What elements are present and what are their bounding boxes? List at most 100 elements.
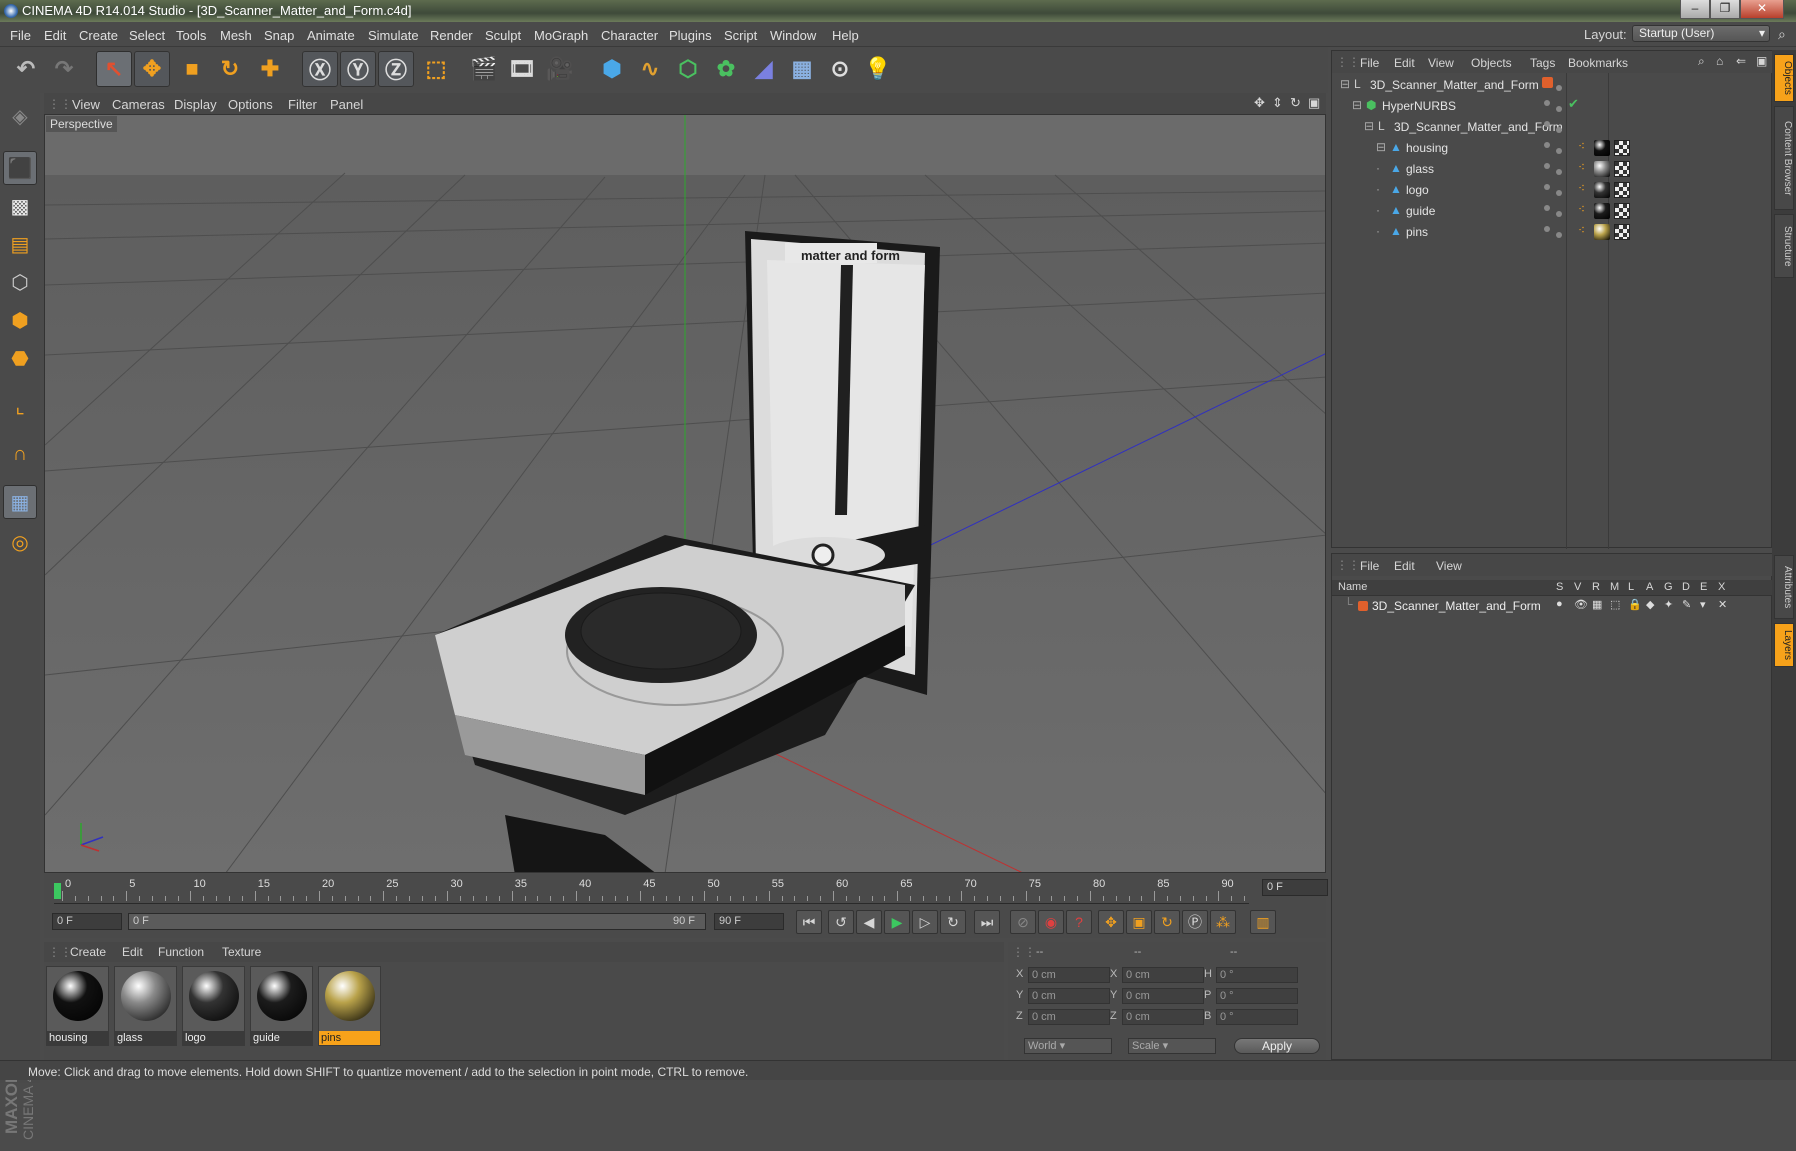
key-position-icon[interactable]: ✥: [1098, 910, 1124, 934]
phong-tag-icon[interactable]: ⁖: [1578, 202, 1585, 216]
uvw-tag-icon[interactable]: [1614, 182, 1630, 198]
z-axis-lock-icon[interactable]: Ⓩ: [378, 51, 414, 87]
layer-menu-file[interactable]: File: [1360, 559, 1379, 573]
layer-row[interactable]: └ 3D_Scanner_Matter_and_Form ● 👁 ▦ ⬚ 🔒 ◆ ✦ ✎ ▾ ✕: [1332, 597, 1773, 615]
menu-help[interactable]: Help: [832, 28, 859, 43]
coord-field[interactable]: 0 cm: [1122, 988, 1204, 1004]
object-menu-tags[interactable]: Tags: [1530, 56, 1555, 70]
coord-mode-dropdown[interactable]: World ▾: [1024, 1038, 1112, 1054]
camera-icon[interactable]: ⊙: [822, 51, 858, 87]
keyframe-selection-icon[interactable]: ?: [1066, 910, 1092, 934]
menu-select[interactable]: Select: [129, 28, 165, 43]
render-visibility-dot[interactable]: [1556, 232, 1562, 238]
viewport-maximize-icon[interactable]: ▣: [1308, 95, 1320, 111]
coordinate-system-icon[interactable]: ⬚: [418, 51, 454, 87]
layer-col-r[interactable]: R: [1592, 581, 1600, 593]
viewport-menu-filter[interactable]: Filter: [288, 97, 317, 112]
layer-col-x[interactable]: X: [1718, 581, 1725, 593]
layer-col-a[interactable]: A: [1646, 581, 1653, 593]
viewport-menu-panel[interactable]: Panel: [330, 97, 363, 112]
layer-flag-toggle-icon[interactable]: ✎: [1682, 598, 1691, 611]
home-icon[interactable]: ⌂: [1716, 54, 1723, 68]
layout-dropdown[interactable]: Startup (User): [1632, 25, 1770, 42]
render-visibility-dot[interactable]: [1556, 106, 1562, 112]
menu-simulate[interactable]: Simulate: [368, 28, 419, 43]
menu-animate[interactable]: Animate: [307, 28, 355, 43]
render-settings-icon[interactable]: 🎥: [542, 51, 578, 87]
editor-visibility-dot[interactable]: [1544, 226, 1550, 232]
goto-end-icon[interactable]: ⏭: [974, 910, 1000, 934]
layer-col-e[interactable]: E: [1700, 581, 1707, 593]
live-selection-icon[interactable]: ↖: [96, 51, 132, 87]
phong-tag-icon[interactable]: ⁖: [1578, 181, 1585, 195]
material-swatch-pins[interactable]: pins: [318, 966, 381, 1046]
menu-mesh[interactable]: Mesh: [220, 28, 252, 43]
material-tag-icon[interactable]: [1594, 161, 1610, 177]
tab-attributes[interactable]: Attributes: [1774, 555, 1794, 619]
layer-flag-toggle-icon[interactable]: ●: [1556, 598, 1563, 610]
prev-keyframe-icon[interactable]: ↺: [828, 910, 854, 934]
redo-icon[interactable]: ↷: [46, 51, 82, 87]
object-row[interactable]: · ▲ pins ⁖: [1332, 222, 1773, 243]
layer-col-l[interactable]: L: [1628, 581, 1634, 593]
expand-toggle-icon[interactable]: ·: [1376, 224, 1380, 238]
phong-tag-icon[interactable]: ⁖: [1578, 223, 1585, 237]
expand-toggle-icon[interactable]: ⊟: [1376, 140, 1386, 154]
close-button[interactable]: ✕: [1740, 0, 1784, 19]
menu-file[interactable]: File: [10, 28, 31, 43]
polygons-mode-icon[interactable]: ⬣: [3, 341, 37, 375]
size-mode-dropdown[interactable]: Scale ▾: [1128, 1038, 1216, 1054]
object-row[interactable]: · ▲ logo ⁖: [1332, 180, 1773, 201]
make-editable-icon[interactable]: ◈: [3, 99, 37, 133]
object-row[interactable]: ⊟ L 3D_Scanner_Matter_and_Form: [1332, 117, 1773, 138]
menu-edit[interactable]: Edit: [44, 28, 66, 43]
search-icon[interactable]: ⌕: [1698, 54, 1705, 69]
rotate-tool-icon[interactable]: ↻: [212, 51, 248, 87]
layer-col-v[interactable]: V: [1574, 581, 1581, 593]
deformer-icon[interactable]: ◢: [746, 51, 782, 87]
menu-script[interactable]: Script: [724, 28, 757, 43]
layer-flag-toggle-icon[interactable]: ✦: [1664, 598, 1673, 611]
uvw-tag-icon[interactable]: [1614, 203, 1630, 219]
layer-col-g[interactable]: G: [1664, 581, 1673, 593]
viewport-zoom-icon[interactable]: ⇕: [1272, 95, 1283, 111]
object-row[interactable]: ⊟ ▲ housing ⁖: [1332, 138, 1773, 159]
tab-objects[interactable]: Objects: [1774, 54, 1794, 102]
viewport-menu-display[interactable]: Display: [174, 97, 217, 112]
uvw-tag-icon[interactable]: [1614, 161, 1630, 177]
spline-icon[interactable]: ∿: [632, 51, 668, 87]
material-tag-icon[interactable]: [1594, 182, 1610, 198]
layer-menu-edit[interactable]: Edit: [1394, 559, 1415, 573]
tab-structure[interactable]: Structure: [1774, 214, 1794, 278]
key-parameter-icon[interactable]: Ⓟ: [1182, 910, 1208, 934]
object-row[interactable]: ⊟ L 3D_Scanner_Matter_and_Form: [1332, 75, 1773, 96]
material-swatch-guide[interactable]: guide: [250, 966, 313, 1046]
expand-toggle-icon[interactable]: ·: [1376, 182, 1380, 196]
menu-window[interactable]: Window: [770, 28, 816, 43]
coord-field[interactable]: 0 °: [1216, 988, 1298, 1004]
model-mode-icon[interactable]: ⬛: [3, 151, 37, 185]
render-view-icon[interactable]: 🎬: [466, 51, 502, 87]
expand-toggle-icon[interactable]: ⊟: [1352, 98, 1362, 112]
tab-content-browser[interactable]: Content Browser: [1774, 106, 1794, 210]
editor-visibility-dot[interactable]: [1544, 100, 1550, 106]
editor-visibility-dot[interactable]: [1544, 142, 1550, 148]
layer-flag-toggle-icon[interactable]: ✕: [1718, 598, 1727, 611]
render-to-picture-viewer-icon[interactable]: 🎞: [504, 51, 540, 87]
viewport-rotate-icon[interactable]: ↻: [1290, 95, 1301, 111]
object-row[interactable]: · ▲ guide ⁖: [1332, 201, 1773, 222]
workplane-lock-icon[interactable]: ▦: [3, 485, 37, 519]
object-row[interactable]: ⊟ ⬢ HyperNURBS ✔: [1332, 96, 1773, 117]
viewport-move-icon[interactable]: ✥: [1254, 95, 1265, 111]
edges-mode-icon[interactable]: ⬢: [3, 303, 37, 337]
render-visibility-dot[interactable]: [1556, 127, 1562, 133]
x-axis-lock-icon[interactable]: Ⓧ: [302, 51, 338, 87]
coord-field[interactable]: 0 cm: [1122, 1009, 1204, 1025]
layer-flag-toggle-icon[interactable]: ◆: [1646, 598, 1654, 611]
key-scale-icon[interactable]: ▣: [1126, 910, 1152, 934]
editor-visibility-dot[interactable]: [1544, 205, 1550, 211]
light-icon[interactable]: 💡: [860, 51, 896, 87]
menu-plugins[interactable]: Plugins: [669, 28, 712, 43]
timeline-ruler[interactable]: 0 5 10 15 20 25 30 35 40 45 50 55 60 65 70 75 80 85 90 0 F: [44, 874, 1328, 906]
frame-ruler[interactable]: 0 5 10 15 20 25 30 35 40 45 50 55 60 65 70 75 80 85 90: [54, 878, 1249, 904]
